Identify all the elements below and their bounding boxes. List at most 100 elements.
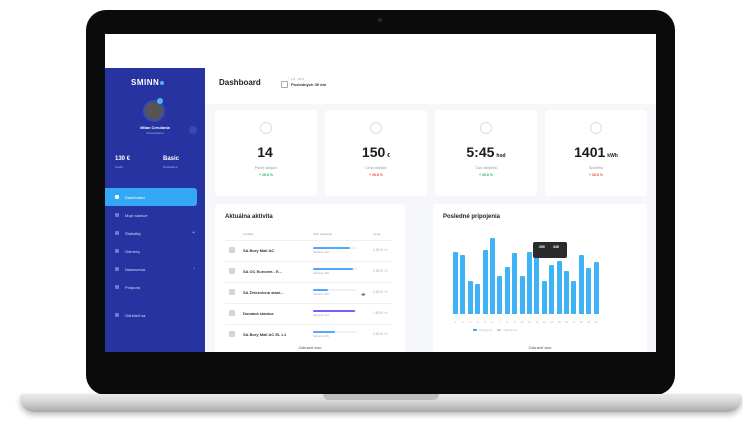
x-tick-label: 7 (499, 320, 501, 324)
chart-bar[interactable] (497, 276, 503, 314)
kpi-label: Počet nabíjaní (254, 166, 278, 170)
chart-bar[interactable] (593, 262, 599, 314)
webcam (378, 18, 382, 22)
avatar-status-badge (157, 98, 163, 104)
kpi-value: 150 € (361, 144, 391, 160)
sidebar-item-6[interactable]: Odhlásiť sa (105, 306, 205, 324)
nav-item-label: Štatistiky (125, 230, 142, 236)
nav-item-icon (115, 195, 119, 199)
x-tick-label: 3 (469, 320, 472, 324)
legend-item: Odpojenia (503, 328, 518, 332)
chart-bar[interactable] (490, 238, 495, 314)
sidebar-item-2[interactable]: Štatistiky + (105, 224, 205, 242)
activity-panel: Aktuálna aktivita Lokalita Stav nabíjani… (215, 204, 405, 352)
kpi-trend: + 26.8 % (369, 173, 383, 177)
station-name: SA Bory Mall AC (243, 248, 275, 253)
chart-legend: Pripojenia Odpojenia (473, 328, 517, 332)
kpi-value: 1401 kWh (574, 144, 618, 160)
chart-bar[interactable] (475, 283, 481, 314)
date-range-value[interactable]: Posledných 30 dní (291, 82, 326, 87)
charging-progress-fill (313, 289, 329, 291)
table-row[interactable]: SA Bory Mall AC EL L1 Nabíjanie 40% 1,83 €… (225, 324, 393, 345)
kpi-icon (590, 122, 602, 134)
nav-item-icon (115, 285, 119, 289)
x-tick-label: 5 (484, 320, 486, 324)
charging-status: Nabíjanie 40% (313, 314, 330, 317)
kpi-trend: + 26.8 % (479, 173, 493, 177)
station-icon (229, 247, 235, 253)
chart-bar[interactable] (482, 250, 488, 314)
nav-item-label: Odmeny (125, 248, 141, 254)
x-tick-label: 18 (579, 320, 583, 324)
kpi-label: Cena nabíjaní (365, 166, 387, 170)
sidebar-nav: Dashboard Moje stanice Štatistiky + Odmeny Na… (105, 188, 205, 324)
chart-bar[interactable] (549, 264, 555, 314)
chevron-icon: › (193, 266, 195, 272)
sidebar-item-1[interactable]: Moje stanice (105, 206, 205, 224)
activity-show-more-link[interactable]: Zobraziť viac (215, 345, 405, 350)
kpi-cards: 14 Počet nabíjaní + 26.8 % 150 € Cena nabíjan… (215, 110, 649, 196)
x-tick-label: 11 (527, 320, 532, 324)
table-row[interactable]: SA Bory Mall AC Nabíjanie 40% 1,83 € / h (225, 240, 393, 261)
x-tick-label: 6 (491, 320, 494, 324)
kpi-value: 14 (257, 144, 273, 160)
charging-progress-track (313, 247, 357, 249)
sidebar-item-5[interactable]: Podpora (105, 278, 205, 296)
chart-bar[interactable] (519, 276, 525, 314)
station-price: 1,83 € / h (373, 311, 388, 315)
sidebar-item-0[interactable]: Dashboard (105, 188, 197, 206)
chart-bar[interactable] (556, 260, 562, 314)
user-role: Administrator (146, 131, 164, 135)
chart-bar[interactable] (460, 254, 466, 314)
sidebar-item-3[interactable]: Odmeny (105, 242, 205, 260)
chart-bar[interactable] (578, 254, 584, 314)
nav-item-label: Nastavenia (125, 266, 146, 272)
charging-progress-track (313, 310, 357, 312)
chart-bar[interactable] (564, 271, 569, 314)
table-row[interactable]: SA OC Eurovea - E... Nabíjanie 40% 1,83 € … (225, 261, 393, 282)
chart-bar[interactable] (571, 280, 577, 314)
plan-value: Basic (163, 156, 180, 162)
chart-bar[interactable] (504, 266, 510, 314)
laptop-screen: SMINN Milan Cerulania Administrator 130 … (105, 34, 656, 352)
charging-progress-fill (313, 268, 353, 270)
column-header-price: Cena (373, 232, 381, 236)
kpi-card: 14 Počet nabíjaní + 26.8 % (215, 110, 317, 196)
chart-bar[interactable] (467, 280, 473, 314)
station-name: SA Bory Mall AC EL L1 (243, 332, 287, 337)
column-header-status: Stav nabíjania (313, 232, 333, 236)
connections-show-more-link[interactable]: Zobraziť viac (433, 345, 647, 350)
chart-bar[interactable] (586, 268, 592, 314)
chart-bar[interactable] (534, 254, 540, 314)
nav-item-icon (115, 249, 119, 253)
calendar-icon[interactable] (281, 81, 288, 88)
date-range-label[interactable]: 1.8 - 30.8 (291, 77, 304, 81)
chart-bar[interactable] (527, 251, 532, 314)
nav-item-label: Podpora (125, 284, 141, 290)
y-tick-label: · (441, 238, 442, 242)
user-menu-toggle-button[interactable] (189, 126, 197, 134)
kpi-label: Spotreba (588, 166, 604, 170)
charging-progress-track (313, 268, 357, 270)
chart-bar[interactable] (453, 251, 458, 314)
table-row[interactable]: Domácá stanica Nabíjanie 40% 1,83 € / h (225, 303, 393, 324)
legend-swatch (497, 329, 502, 332)
kpi-trend: + 26.8 % (259, 173, 273, 177)
charging-status: Nabíjanie 40% (313, 251, 330, 254)
charging-status: Nabíjanie 40% (313, 272, 330, 275)
laptop-base-notch (323, 394, 439, 400)
sidebar-item-4[interactable]: Nastavenia › (105, 260, 205, 278)
x-tick-label: 10 (520, 320, 524, 324)
chart-tooltip: 290 345 (533, 242, 567, 258)
chart-bar[interactable] (541, 280, 547, 314)
chart-bar[interactable] (512, 253, 518, 314)
x-tick-label: 1 (454, 320, 457, 324)
kpi-icon (370, 122, 382, 134)
kpi-card: 150 € Cena nabíjaní + 26.8 % (325, 110, 427, 196)
tooltip-value-b: 345 (553, 245, 559, 249)
table-row[interactable]: SA Železnicna stani... Nabíjanie 40% 1,83 … (225, 282, 393, 303)
nav-item-icon (115, 231, 119, 235)
chevron-icon: + (192, 230, 195, 236)
logo: SMINN (131, 78, 165, 87)
station-price: 1,83 € / h (373, 248, 388, 252)
